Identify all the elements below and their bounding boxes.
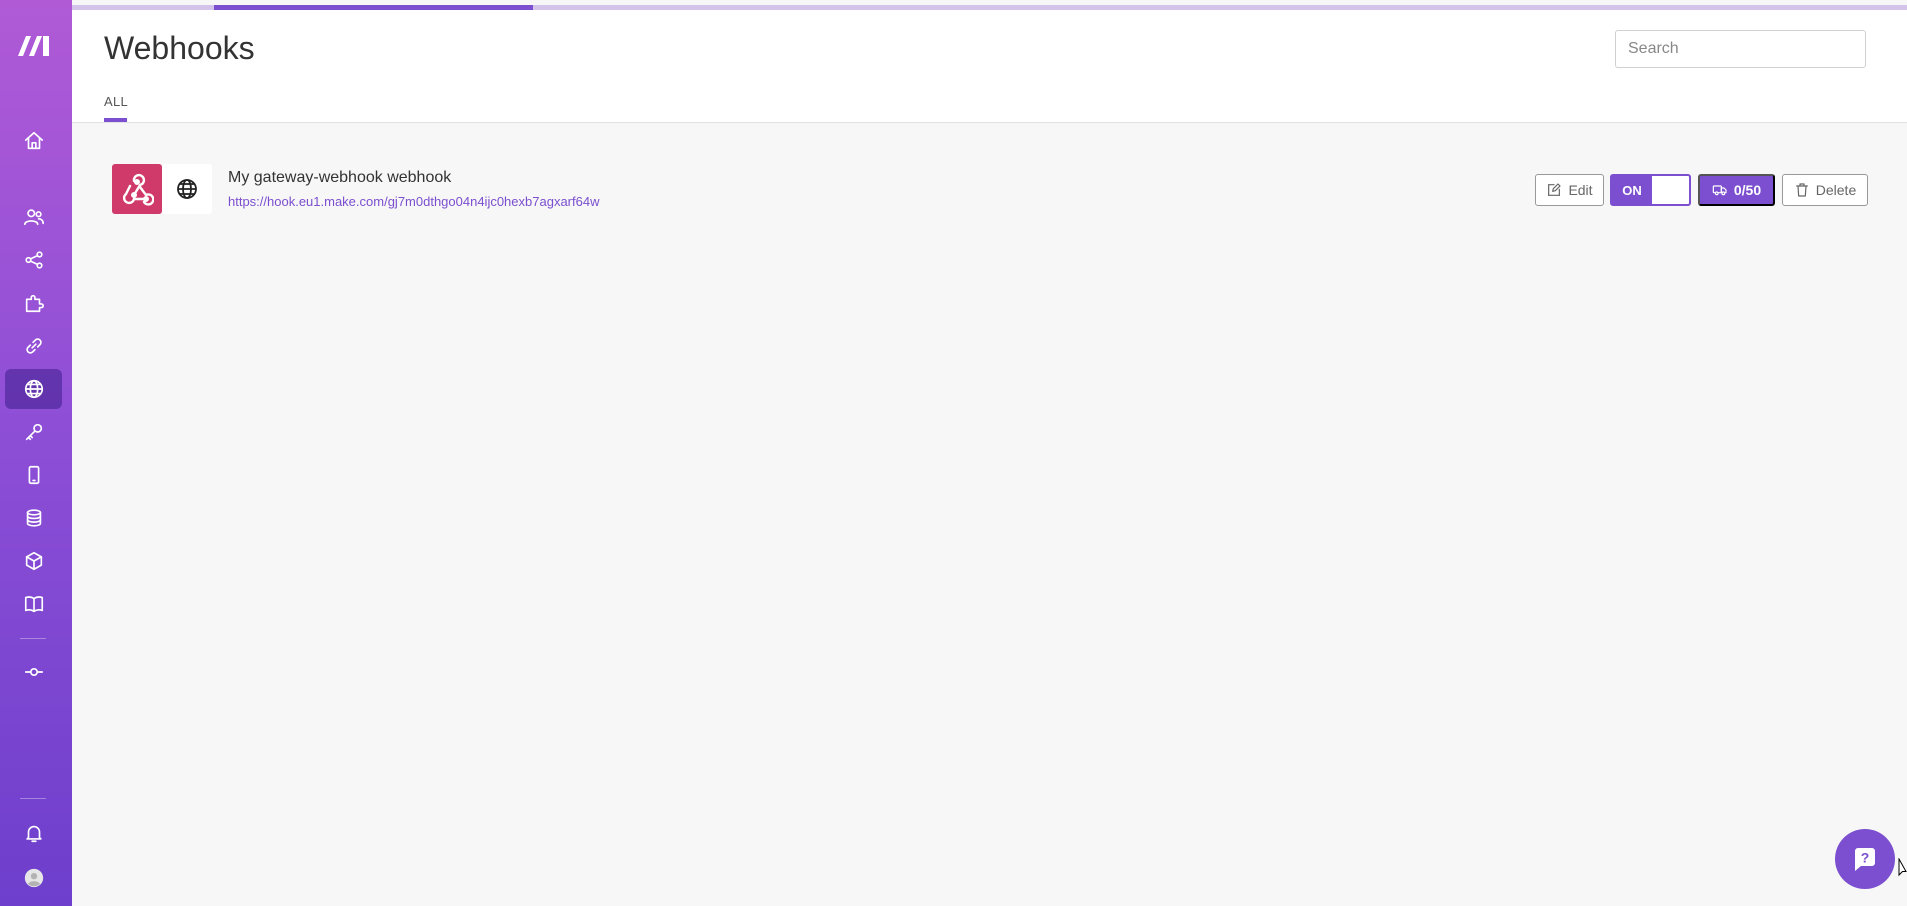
home-icon: [24, 131, 43, 150]
page-header: Webhooks ALL: [72, 10, 1907, 123]
sidebar-item-connections[interactable]: [5, 326, 62, 366]
mobile-icon: [28, 465, 39, 485]
sidebar-divider: [20, 638, 46, 639]
mouse-cursor-icon: [1898, 858, 1907, 877]
webhook-name: My gateway-webhook webhook: [228, 169, 452, 186]
edit-button[interactable]: Edit: [1535, 174, 1604, 206]
tab-all[interactable]: ALL: [104, 94, 128, 109]
trash-icon: [1795, 183, 1808, 197]
webhook-enabled-toggle[interactable]: ON: [1610, 174, 1691, 206]
globe-icon: [24, 379, 43, 399]
queue-count: 0/50: [1733, 182, 1762, 198]
link-icon: [25, 338, 42, 354]
key-icon: [25, 423, 42, 441]
sidebar-item-docs[interactable]: [5, 584, 62, 624]
search-input[interactable]: [1615, 30, 1866, 68]
sidebar-item-webhooks[interactable]: [5, 369, 62, 409]
database-icon: [26, 509, 41, 527]
sidebar-item-keys[interactable]: [5, 412, 62, 452]
svg-text:?: ?: [1861, 850, 1870, 866]
globe-icon: [162, 164, 212, 214]
sidebar-item-scenarios[interactable]: [5, 240, 62, 280]
sidebar-item-profile[interactable]: [5, 858, 62, 898]
sidebar-item-data-structures[interactable]: [5, 541, 62, 581]
queue-button[interactable]: 0/50: [1698, 174, 1775, 206]
sidebar-item-home[interactable]: [5, 121, 62, 161]
delete-button[interactable]: Delete: [1782, 174, 1868, 206]
puzzle-icon: [25, 294, 44, 313]
tab-active-indicator: [104, 118, 127, 122]
make-logo-icon[interactable]: [14, 30, 54, 60]
sidebar-item-data-stores[interactable]: [5, 498, 62, 538]
edit-button-label: Edit: [1568, 182, 1593, 198]
page-title: Webhooks: [104, 30, 255, 66]
sidebar-item-templates[interactable]: [5, 283, 62, 323]
webhook-icon: [112, 164, 162, 214]
share-icon: [24, 251, 43, 269]
sidebar-item-notifications[interactable]: [5, 813, 62, 853]
sidebar: [0, 0, 72, 906]
commit-icon: [24, 667, 43, 677]
sidebar-divider: [20, 798, 46, 799]
webhook-url-link[interactable]: https://hook.eu1.make.com/gj7m0dthgo04n4…: [228, 194, 599, 209]
edit-icon: [1548, 183, 1562, 196]
help-question-icon: ?: [1855, 848, 1875, 871]
avatar-icon: [24, 868, 43, 888]
book-icon: [24, 596, 43, 613]
toggle-knob: [1652, 176, 1689, 204]
users-icon: [23, 209, 44, 226]
sidebar-item-devices[interactable]: [5, 455, 62, 495]
webhook-row: My gateway-webhook webhook https://hook.…: [72, 150, 1907, 230]
cube-icon: [25, 551, 42, 571]
sidebar-item-teams[interactable]: [5, 197, 62, 237]
truck-icon: [1712, 185, 1727, 196]
sidebar-item-version[interactable]: [5, 652, 62, 692]
delete-button-label: Delete: [1815, 182, 1857, 198]
help-chat-button[interactable]: ?: [1835, 829, 1895, 889]
bell-icon: [25, 825, 42, 843]
toggle-on-label: ON: [1622, 182, 1642, 198]
